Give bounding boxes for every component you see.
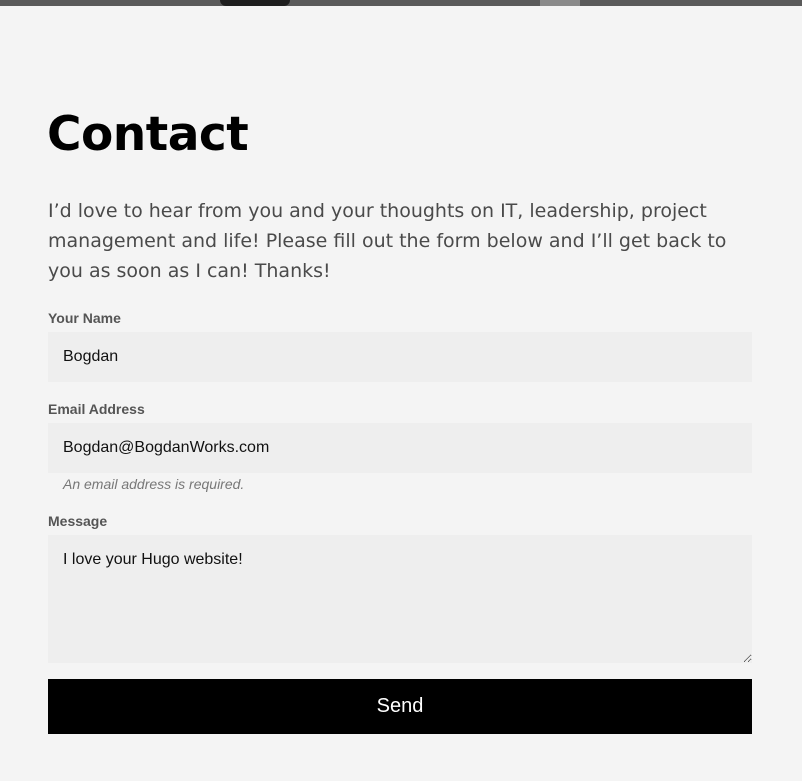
- message-label: Message: [48, 513, 108, 529]
- message-textarea[interactable]: I love your Hugo website!: [48, 535, 752, 663]
- intro-text: I’d love to hear from you and your thoug…: [48, 200, 727, 282]
- page-title: Contact: [47, 107, 249, 162]
- email-input[interactable]: [48, 423, 752, 473]
- header-image-detail: [540, 0, 580, 6]
- email-hint: An email address is required.: [63, 476, 245, 492]
- header-image-detail: [220, 0, 290, 6]
- name-input[interactable]: [48, 332, 752, 382]
- header-image-strip: [0, 0, 802, 6]
- name-label: Your Name: [48, 310, 121, 326]
- email-label: Email Address: [48, 401, 145, 417]
- send-button[interactable]: Send: [48, 679, 752, 734]
